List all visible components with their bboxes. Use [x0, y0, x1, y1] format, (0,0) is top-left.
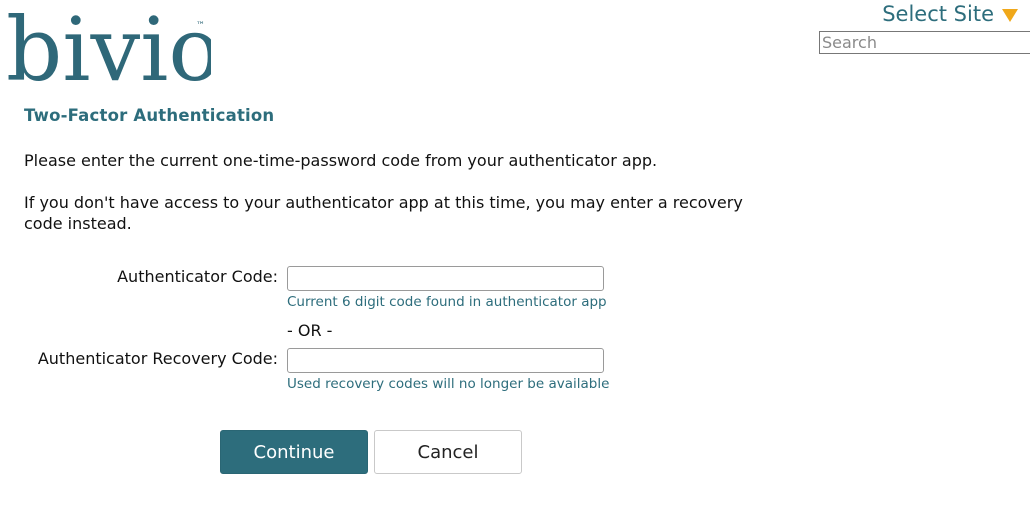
select-site-label: Select Site — [882, 2, 994, 26]
authenticator-code-hint: Current 6 digit code found in authentica… — [287, 294, 607, 310]
recovery-code-input[interactable] — [287, 348, 604, 373]
page-title: Two-Factor Authentication — [24, 106, 275, 125]
authenticator-code-label: Authenticator Code: — [117, 267, 278, 286]
instruction-text: Please enter the current one-time-passwo… — [24, 151, 658, 170]
logo-wordmark: bivio — [6, 0, 211, 89]
cancel-button[interactable]: Cancel — [374, 430, 522, 474]
bivio-logo[interactable]: bivio ™ — [6, 0, 211, 89]
recovery-code-label: Authenticator Recovery Code: — [37, 349, 278, 368]
logo-trademark: ™ — [196, 21, 205, 31]
recovery-code-hint: Used recovery codes will no longer be av… — [287, 376, 610, 392]
search-input[interactable] — [819, 31, 1030, 54]
dropdown-triangle-icon — [1002, 8, 1018, 22]
authenticator-code-input[interactable] — [287, 266, 604, 291]
bivio-logo-graphic: bivio ™ — [6, 0, 211, 89]
select-site-dropdown[interactable]: Select Site — [882, 2, 1018, 26]
recovery-instruction-text: If you don't have access to your authent… — [24, 193, 743, 233]
continue-button[interactable]: Continue — [220, 430, 368, 474]
or-separator: - OR - — [287, 321, 333, 340]
page: bivio ™ Select Site Two-Factor Authentic… — [0, 0, 1030, 514]
